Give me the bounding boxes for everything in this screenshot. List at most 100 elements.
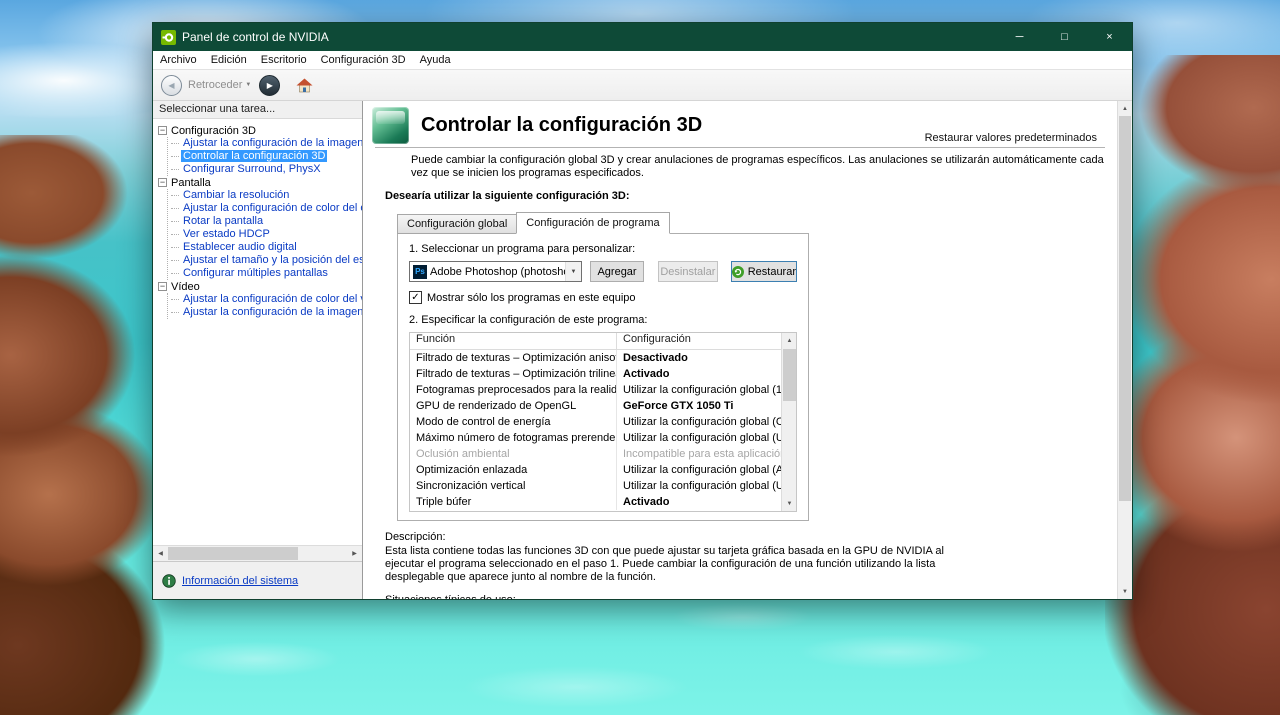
main-vertical-scrollbar[interactable]: ▲ ▼ <box>1117 101 1132 599</box>
program-select[interactable]: Ps Adobe Photoshop (photoshop... ▼ <box>409 261 582 282</box>
menubar: Archivo Edición Escritorio Configuración… <box>153 51 1132 70</box>
scrollbar-thumb[interactable] <box>168 547 298 560</box>
tree-group-video: Ajustar la configuración de color del ví… <box>167 293 362 319</box>
table-row[interactable]: Filtrado de texturas – Optimización anis… <box>410 350 781 366</box>
tree-item-cambiar-resolucion[interactable]: Cambiar la resolución <box>171 189 362 202</box>
table-row: Oclusión ambiental Incompatible para est… <box>416 446 781 462</box>
scrollbar-thumb[interactable] <box>1119 116 1131 501</box>
tree-item-color-video[interactable]: Ajustar la configuración de color del ví… <box>171 293 362 306</box>
tree-item-rotar-pantalla[interactable]: Rotar la pantalla <box>171 215 362 228</box>
usage-scenarios-label: Situaciones típicas de uso: <box>385 594 1117 599</box>
tree-item-imagen-video[interactable]: Ajustar la configuración de la imagen de… <box>171 306 362 319</box>
home-button[interactable] <box>292 73 316 97</box>
program-settings-panel: 1. Seleccionar un programa para personal… <box>397 233 809 521</box>
tree-item-audio-digital[interactable]: Establecer audio digital <box>171 241 362 254</box>
tree-item-controlar-configuracion-3d[interactable]: Controlar la configuración 3D <box>171 150 362 163</box>
show-programs-label: Mostrar sólo los programas en este equip… <box>427 291 636 304</box>
nvidia-control-panel-window: Panel de control de NVIDIA ─ □ × Archivo… <box>152 22 1133 600</box>
collapse-icon[interactable]: − <box>158 282 167 291</box>
photoshop-icon: Ps <box>413 264 427 279</box>
table-row[interactable]: Filtrado de texturas – Optimización tril… <box>410 366 781 382</box>
titlebar[interactable]: Panel de control de NVIDIA ─ □ × <box>153 23 1132 51</box>
sidebar-header: Seleccionar una tarea... <box>153 101 362 119</box>
table-row[interactable]: Sincronización vertical Utilizar la conf… <box>410 478 781 494</box>
tree-item-video[interactable]: − Vídeo <box>158 280 362 293</box>
settings-prompt: Desearía utilizar la siguiente configura… <box>385 190 630 202</box>
tree-item-multiples-pantallas[interactable]: Configurar múltiples pantallas <box>171 267 362 280</box>
menu-archivo[interactable]: Archivo <box>153 51 204 69</box>
scrollbar-track[interactable] <box>168 546 347 561</box>
menu-escritorio[interactable]: Escritorio <box>254 51 314 69</box>
table-row[interactable]: GPU de renderizado de OpenGL GeForce GTX… <box>410 398 781 414</box>
column-header-funcion[interactable]: Función <box>410 333 616 349</box>
main-pane: Controlar la configuración 3D Restaurar … <box>363 101 1132 599</box>
table-row[interactable]: Triple búfer Activado <box>410 494 781 510</box>
restore-button-label: Restaurar <box>747 265 796 278</box>
tree-group-pantalla: Cambiar la resolución Ajustar la configu… <box>167 189 362 280</box>
scroll-down-icon[interactable]: ▼ <box>1118 584 1132 599</box>
table-header: Función Configuración <box>410 333 781 350</box>
add-button[interactable]: Agregar <box>590 261 645 282</box>
tree-item-configuracion-3d[interactable]: − Configuración 3D <box>158 124 362 137</box>
scroll-down-icon[interactable]: ▼ <box>782 496 797 511</box>
table-row[interactable]: Máximo número de fotogramas prerenderi..… <box>410 430 781 446</box>
close-button[interactable]: × <box>1087 23 1132 51</box>
tab-configuracion-global[interactable]: Configuración global <box>397 214 518 234</box>
show-programs-row: ✓ Mostrar sólo los programas en este equ… <box>409 291 797 304</box>
settings-table: Función Configuración Filtrado de textur… <box>409 332 797 512</box>
sidebar: Seleccionar una tarea... − Configuración… <box>153 101 363 599</box>
uninstall-button[interactable]: Desinstalar <box>658 261 718 282</box>
page-header: Controlar la configuración 3D Restaurar … <box>363 101 1117 145</box>
scroll-left-icon[interactable]: ◀ <box>153 546 168 561</box>
sidebar-footer: Información del sistema <box>153 561 362 599</box>
main-content: Controlar la configuración 3D Restaurar … <box>363 101 1117 599</box>
program-row: Ps Adobe Photoshop (photoshop... ▼ Agreg… <box>409 261 797 282</box>
minimize-button[interactable]: ─ <box>997 23 1042 51</box>
tree-item-configurar-surround-physx[interactable]: Configurar Surround, PhysX <box>171 163 362 176</box>
system-info-link[interactable]: Información del sistema <box>182 575 298 587</box>
restore-icon <box>731 265 744 278</box>
column-header-configuracion[interactable]: Configuración <box>616 333 781 349</box>
scrollbar-thumb[interactable] <box>783 349 796 401</box>
menu-ayuda[interactable]: Ayuda <box>413 51 458 69</box>
menu-edicion[interactable]: Edición <box>204 51 254 69</box>
forward-button[interactable]: ▶ <box>259 74 281 96</box>
back-button[interactable]: ◀ <box>161 74 182 96</box>
tree-item-tamano-posicion[interactable]: Ajustar el tamaño y la posición del escr… <box>171 254 362 267</box>
table-row[interactable]: Optimización enlazada Utilizar la config… <box>410 462 781 478</box>
header-divider <box>375 147 1105 148</box>
chevron-down-icon[interactable]: ▼ <box>565 262 581 281</box>
table-scrollbar[interactable]: ▲ ▼ <box>781 333 796 511</box>
table-row[interactable]: Fotogramas preprocesados para la realida… <box>410 382 781 398</box>
tree-item-pantalla[interactable]: − Pantalla <box>158 176 362 189</box>
task-tree: − Configuración 3D Ajustar la configurac… <box>153 119 362 545</box>
collapse-icon[interactable]: − <box>158 178 167 187</box>
tree-item-color-escritorio[interactable]: Ajustar la configuración de color del es… <box>171 202 362 215</box>
window-content: Seleccionar una tarea... − Configuración… <box>153 101 1132 599</box>
back-icon: ◀ <box>168 80 175 90</box>
table-row[interactable]: Modo de control de energía Utilizar la c… <box>410 414 781 430</box>
settings-table-body: Función Configuración Filtrado de textur… <box>410 333 781 511</box>
back-button-label: Retroceder <box>188 79 243 91</box>
restore-button[interactable]: Restaurar <box>730 261 797 282</box>
tree-item-ajustar-imagen[interactable]: Ajustar la configuración de la imagen co… <box>171 137 362 150</box>
scroll-up-icon[interactable]: ▲ <box>782 333 797 348</box>
toolbar: ◀ Retroceder ▼ ▶ <box>153 70 1132 101</box>
description-label: Descripción: <box>385 531 446 543</box>
scroll-up-icon[interactable]: ▲ <box>1118 101 1132 116</box>
desktop-wallpaper: Panel de control de NVIDIA ─ □ × Archivo… <box>0 0 1280 715</box>
wallpaper-rocks-left <box>0 135 175 715</box>
history-dropdown-icon[interactable]: ▼ <box>245 82 251 88</box>
scroll-right-icon[interactable]: ▶ <box>347 546 362 561</box>
sidebar-horizontal-scrollbar[interactable]: ◀ ▶ <box>153 545 362 561</box>
page-title: Controlar la configuración 3D <box>421 114 703 136</box>
home-icon <box>296 78 313 92</box>
program-select-value: Adobe Photoshop (photoshop... <box>430 265 565 278</box>
show-programs-checkbox[interactable]: ✓ <box>409 291 422 304</box>
collapse-icon[interactable]: − <box>158 126 167 135</box>
maximize-button[interactable]: □ <box>1042 23 1087 51</box>
menu-configuracion-3d[interactable]: Configuración 3D <box>314 51 413 69</box>
restore-defaults-link[interactable]: Restaurar valores predeterminados <box>925 132 1097 144</box>
tree-item-ver-estado-hdcp[interactable]: Ver estado HDCP <box>171 228 362 241</box>
tab-configuracion-de-programa[interactable]: Configuración de programa <box>516 212 670 234</box>
